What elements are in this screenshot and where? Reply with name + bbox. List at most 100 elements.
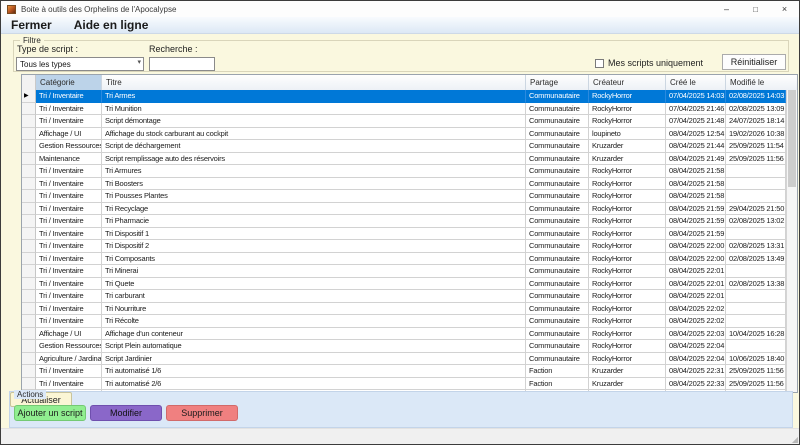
- cell-creator: RockyHorror: [589, 90, 666, 103]
- column-header-createur[interactable]: Créateur: [589, 75, 666, 90]
- cell-share: Communautaire: [526, 128, 589, 141]
- table-row[interactable]: Tri / InventaireTri carburantCommunautai…: [22, 290, 786, 303]
- minimize-button[interactable]: –: [712, 1, 741, 17]
- table-row[interactable]: Affichage / UIAffichage du stock carbura…: [22, 128, 786, 141]
- menu-item-fermer[interactable]: Fermer: [11, 18, 52, 32]
- cell-share: Faction: [526, 365, 589, 378]
- cell-category: Tri / Inventaire: [36, 190, 102, 203]
- cell-share: Faction: [526, 378, 589, 391]
- table-row[interactable]: Tri / InventaireTri RecyclageCommunautai…: [22, 203, 786, 216]
- cell-creator: RockyHorror: [589, 165, 666, 178]
- table-row[interactable]: Tri / InventaireScript démontageCommunau…: [22, 115, 786, 128]
- menu-item-aide-en-ligne[interactable]: Aide en ligne: [74, 18, 149, 32]
- table-row[interactable]: Tri / InventaireTri Dispositif 2Communau…: [22, 240, 786, 253]
- row-selector-cell: [22, 153, 36, 166]
- close-button[interactable]: ×: [770, 1, 799, 17]
- cell-creator: RockyHorror: [589, 115, 666, 128]
- column-header-cree-le[interactable]: Créé le: [666, 75, 726, 90]
- table-row[interactable]: Tri / InventaireTri automatisé 1/6Factio…: [22, 365, 786, 378]
- my-scripts-checkbox-label: Mes scripts uniquement: [608, 58, 703, 68]
- cell-created: 08/04/2025 21:59: [666, 228, 726, 241]
- column-header-partage[interactable]: Partage: [526, 75, 589, 90]
- cell-creator: Kruzarder: [589, 153, 666, 166]
- cell-category: Tri / Inventaire: [36, 303, 102, 316]
- row-selector-cell: [22, 178, 36, 191]
- table-row[interactable]: Tri / InventaireTri Dispositif 1Communau…: [22, 228, 786, 241]
- row-selector-cell: [22, 328, 36, 341]
- cell-created: 07/04/2025 14:03: [666, 90, 726, 103]
- table-row[interactable]: Agriculture / JardinageScript JardinierC…: [22, 353, 786, 366]
- cell-share: Communautaire: [526, 303, 589, 316]
- table-row[interactable]: Tri / InventaireTri QueteCommunautaireRo…: [22, 278, 786, 291]
- row-selector-cell: [22, 103, 36, 116]
- cell-share: Communautaire: [526, 278, 589, 291]
- cell-title: Tri Armes: [102, 90, 526, 103]
- cell-created: 07/04/2025 21:46: [666, 103, 726, 116]
- row-selector-cell: [22, 303, 36, 316]
- my-scripts-checkbox[interactable]: Mes scripts uniquement: [595, 58, 703, 68]
- table-row[interactable]: Affichage / UIAffichage d'un conteneurCo…: [22, 328, 786, 341]
- cell-title: Tri Pharmacie: [102, 215, 526, 228]
- table-row[interactable]: Tri / InventaireTri MunitionCommunautair…: [22, 103, 786, 116]
- window-title: Boite à outils des Orphelins de l'Apocal…: [21, 5, 176, 14]
- cell-created: 08/04/2025 21:59: [666, 203, 726, 216]
- resize-grip-icon[interactable]: ◢: [792, 436, 798, 444]
- maximize-button[interactable]: □: [741, 1, 770, 17]
- cell-creator: RockyHorror: [589, 228, 666, 241]
- table-row[interactable]: Gestion RessourcesScript Plein automatiq…: [22, 340, 786, 353]
- delete-button[interactable]: Supprimer: [166, 405, 238, 421]
- table-row[interactable]: ▶Tri / InventaireTri ArmesCommunautaireR…: [22, 90, 786, 103]
- table-row[interactable]: Tri / InventaireTri Pousses PlantesCommu…: [22, 190, 786, 203]
- table-row[interactable]: Tri / InventaireTri automatisé 2/6Factio…: [22, 378, 786, 391]
- column-header-categorie[interactable]: Catégorie: [36, 75, 102, 90]
- cell-created: 08/04/2025 22:00: [666, 240, 726, 253]
- cell-category: Tri / Inventaire: [36, 228, 102, 241]
- cell-created: 08/04/2025 22:01: [666, 278, 726, 291]
- cell-category: Maintenance: [36, 153, 102, 166]
- cell-category: Tri / Inventaire: [36, 278, 102, 291]
- cell-title: Tri Armures: [102, 165, 526, 178]
- add-script-button[interactable]: Ajouter un script: [14, 405, 86, 421]
- script-type-selected-value: Tous les types: [20, 60, 71, 69]
- search-input[interactable]: [149, 57, 215, 71]
- cell-modified: 19/02/2026 10:38: [726, 128, 786, 141]
- cell-title: Tri Quete: [102, 278, 526, 291]
- table-row[interactable]: Tri / InventaireTri ArmuresCommunautaire…: [22, 165, 786, 178]
- table-row[interactable]: MaintenanceScript remplissage auto des r…: [22, 153, 786, 166]
- scrollbar-thumb[interactable]: [788, 90, 796, 187]
- cell-creator: RockyHorror: [589, 328, 666, 341]
- script-type-select[interactable]: Tous les types ▾: [16, 57, 144, 71]
- table-row[interactable]: Tri / InventaireTri ComposantsCommunauta…: [22, 253, 786, 266]
- reset-button[interactable]: Réinitialiser: [722, 54, 786, 70]
- cell-share: Communautaire: [526, 353, 589, 366]
- column-header-titre[interactable]: Titre: [102, 75, 526, 90]
- cell-category: Affichage / UI: [36, 328, 102, 341]
- chevron-down-icon: ▾: [137, 58, 141, 66]
- table-row[interactable]: Gestion RessourcesScript de déchargement…: [22, 140, 786, 153]
- row-selector-cell: [22, 378, 36, 391]
- table-row[interactable]: Tri / InventaireTri BoostersCommunautair…: [22, 178, 786, 191]
- cell-created: 08/04/2025 22:01: [666, 290, 726, 303]
- cell-title: Tri Munition: [102, 103, 526, 116]
- row-selector-cell: [22, 165, 36, 178]
- cell-title: Tri Dispositif 1: [102, 228, 526, 241]
- table-row[interactable]: Tri / InventaireTri PharmacieCommunautai…: [22, 215, 786, 228]
- cell-category: Tri / Inventaire: [36, 265, 102, 278]
- table-row[interactable]: Tri / InventaireTri NourritureCommunauta…: [22, 303, 786, 316]
- menu-bar: Fermer Aide en ligne: [1, 17, 799, 34]
- current-row-arrow-icon: ▶: [22, 90, 36, 103]
- cell-category: Tri / Inventaire: [36, 215, 102, 228]
- row-selector-cell: [22, 190, 36, 203]
- cell-creator: RockyHorror: [589, 253, 666, 266]
- cell-category: Tri / Inventaire: [36, 203, 102, 216]
- table-row[interactable]: Tri / InventaireTri MineraiCommunautaire…: [22, 265, 786, 278]
- cell-title: Tri automatisé 1/6: [102, 365, 526, 378]
- table-row[interactable]: Tri / InventaireTri RécolteCommunautaire…: [22, 315, 786, 328]
- vertical-scrollbar[interactable]: [786, 90, 797, 392]
- edit-button[interactable]: Modifier: [90, 405, 162, 421]
- row-selector-cell: [22, 228, 36, 241]
- cell-share: Communautaire: [526, 165, 589, 178]
- cell-title: Tri Boosters: [102, 178, 526, 191]
- cell-modified: [726, 190, 786, 203]
- column-header-modifie-le[interactable]: Modifié le: [726, 75, 797, 90]
